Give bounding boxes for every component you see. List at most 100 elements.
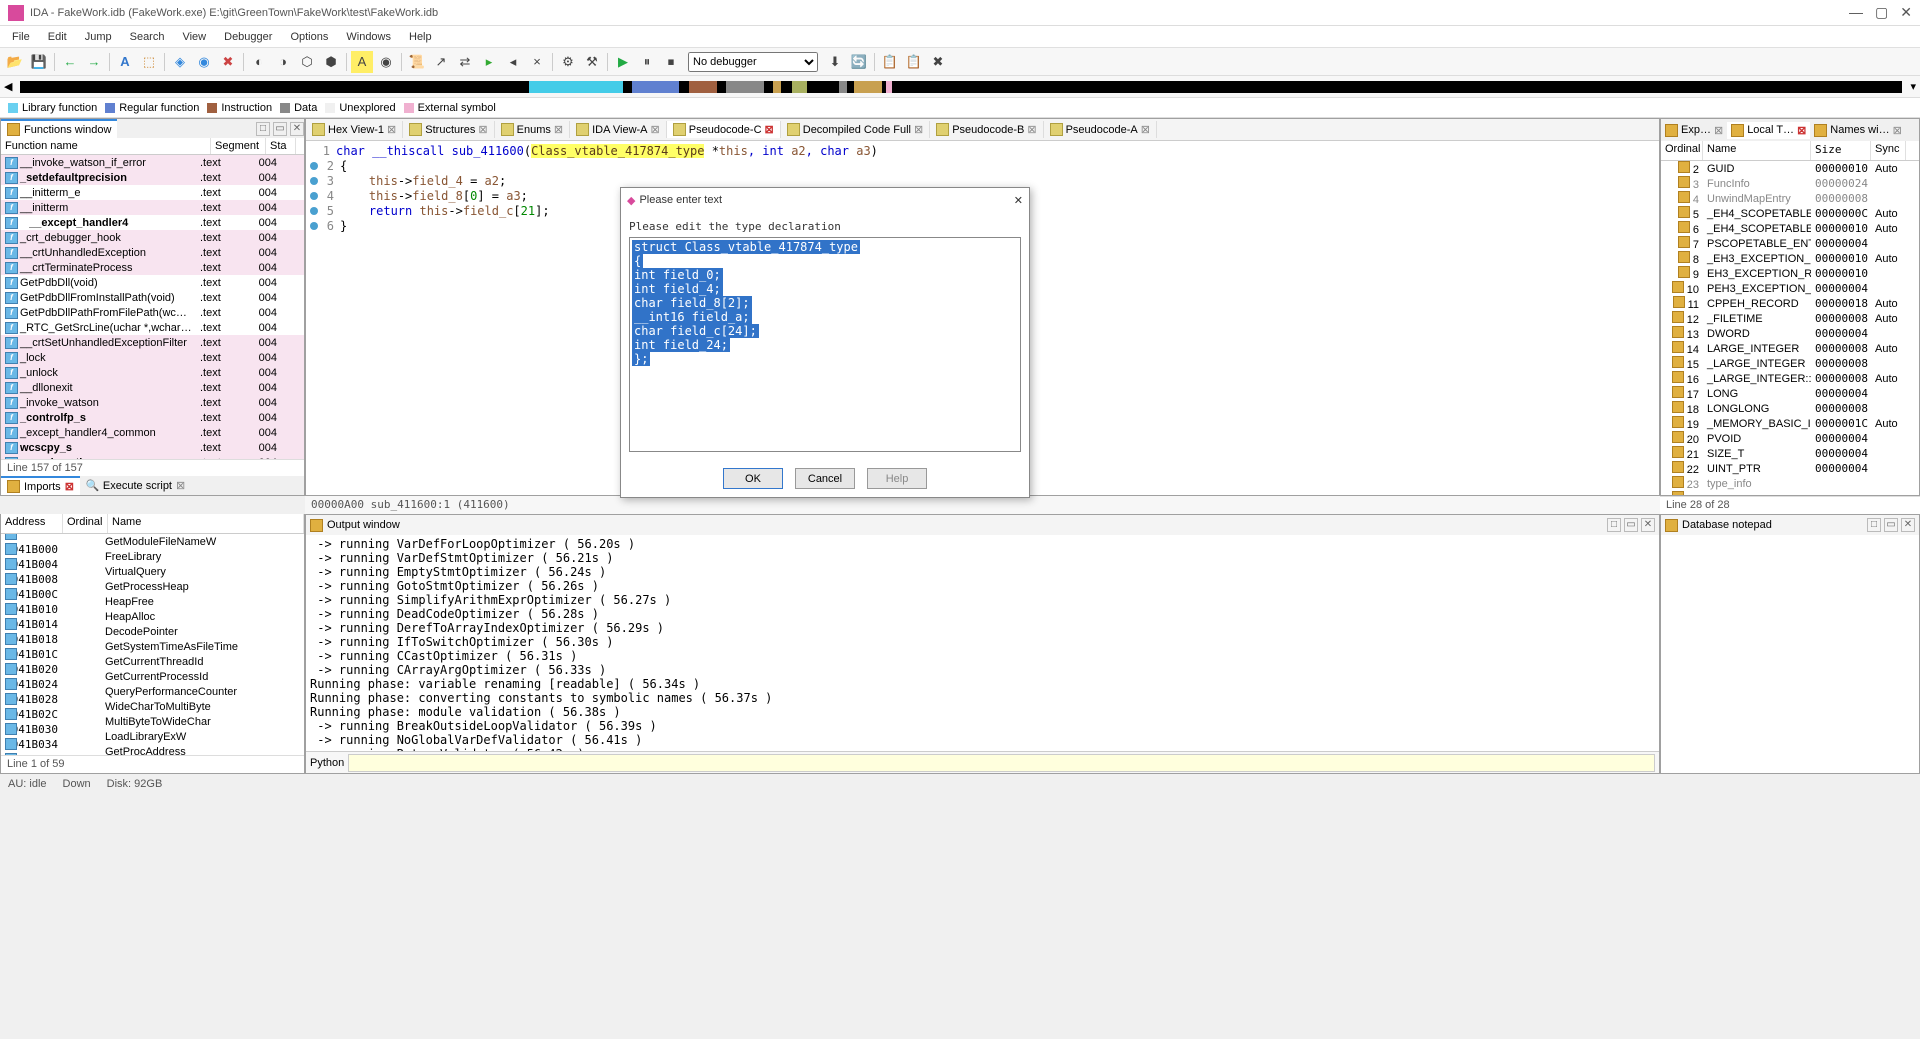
local-type-row[interactable]: 4UnwindMapEntry00000008 (1661, 191, 1919, 206)
navigation-strip[interactable] (20, 81, 1902, 93)
local-type-row[interactable]: 13DWORD00000004 (1661, 326, 1919, 341)
tool5[interactable]: ◑ (272, 51, 294, 73)
tool6[interactable]: ⬡ (296, 51, 318, 73)
tool4[interactable]: ◐ (248, 51, 270, 73)
debugger-select[interactable]: No debugger (688, 52, 818, 72)
nav-back-button[interactable]: ← (59, 51, 81, 73)
local-type-row[interactable]: 7PSCOPETABLE_ENTRY00000004 (1661, 236, 1919, 251)
function-row[interactable]: f_controlfp_s.text004 (1, 410, 304, 425)
text-button[interactable]: A (114, 51, 136, 73)
help-button[interactable]: Help (867, 468, 927, 489)
right-tab[interactable]: Exp…⊠ (1661, 122, 1727, 139)
local-type-row[interactable]: 5_EH4_SCOPETABLE_RECORD0000000CAuto (1661, 206, 1919, 221)
local-type-row[interactable]: 3FuncInfo00000024 (1661, 176, 1919, 191)
script-close-icon[interactable]: ⊠ (176, 479, 185, 492)
navigation-bar[interactable]: ◀ ▾ (0, 76, 1920, 98)
dbg-tool1[interactable]: ⬇ (824, 51, 846, 73)
menu-jump[interactable]: Jump (77, 29, 120, 45)
menu-options[interactable]: Options (282, 29, 336, 45)
tool1[interactable]: ◈ (169, 51, 191, 73)
function-row[interactable]: f__initterm_e.text004 (1, 185, 304, 200)
function-row[interactable]: f__crtUnhandledException.text004 (1, 245, 304, 260)
right-tab[interactable]: Local T…⊠ (1727, 122, 1810, 139)
local-type-row[interactable]: 23type_info (1661, 476, 1919, 491)
function-row[interactable]: f__crtTerminateProcess.text004 (1, 260, 304, 275)
text-a-button[interactable]: A (351, 51, 373, 73)
tab-structures[interactable]: Structures⊠ (403, 121, 494, 138)
local-type-row[interactable]: 17LONG00000004 (1661, 386, 1919, 401)
imports-header[interactable]: Address Ordinal Name (1, 514, 304, 534)
dbg-tool5[interactable]: ✖ (927, 51, 949, 73)
menu-debugger[interactable]: Debugger (216, 29, 280, 45)
tab-pseudocode-a[interactable]: Pseudocode-A⊠ (1044, 121, 1157, 138)
minimize-button[interactable]: — (1849, 4, 1863, 21)
python-label[interactable]: Python (310, 757, 344, 769)
db-notepad-area[interactable] (1661, 535, 1919, 773)
local-type-row[interactable]: 16_LARGE_INTEGER::$837…00000008Auto (1661, 371, 1919, 386)
tool7[interactable]: ⬢ (320, 51, 342, 73)
local-types-list[interactable]: 2GUID00000010Auto 3FuncInfo00000024 4Unw… (1661, 161, 1919, 495)
stop-button[interactable]: ⏹ (660, 51, 682, 73)
local-types-header[interactable]: Ordinal Name Size Sync (1661, 141, 1919, 161)
imports-list[interactable]: 0041B000GetModuleFileNameW0041B004FreeLi… (1, 534, 304, 755)
menu-search[interactable]: Search (122, 29, 173, 45)
tab-decompiled-code-full[interactable]: Decompiled Code Full⊠ (781, 121, 930, 138)
tab-hex-view-1[interactable]: Hex View-1⊠ (306, 121, 403, 138)
nav-left-icon[interactable]: ◀ (4, 80, 12, 93)
function-row[interactable]: f__crtSetUnhandledExceptionFilter.text00… (1, 335, 304, 350)
binary-button[interactable]: ⬚ (138, 51, 160, 73)
tool13[interactable]: ⚙ (557, 51, 579, 73)
imports-close-icon[interactable]: ⊠ (65, 480, 74, 493)
panel-controls[interactable]: □▭✕ (256, 122, 304, 136)
local-type-row[interactable]: 20PVOID00000004 (1661, 431, 1919, 446)
local-type-row[interactable]: 15_LARGE_INTEGER00000008 (1661, 356, 1919, 371)
dialog-close-button[interactable]: ✕ (1014, 194, 1023, 207)
local-type-row[interactable]: 21SIZE_T00000004 (1661, 446, 1919, 461)
function-row[interactable]: f_RTC_GetSrcLine(uchar *,wchar_t *,ulon…… (1, 320, 304, 335)
nav-right-icon[interactable]: ▾ (1910, 80, 1916, 93)
dbg-tool4[interactable]: 📋 (903, 51, 925, 73)
local-type-row[interactable]: 18LONGLONG00000008 (1661, 401, 1919, 416)
local-type-row[interactable]: 8_EH3_EXCEPTION_REGIS…00000010Auto (1661, 251, 1919, 266)
local-type-row[interactable]: 9EH3_EXCEPTION_REGIST…00000010 (1661, 266, 1919, 281)
functions-window-tab[interactable]: Functions window (1, 119, 117, 138)
tool3[interactable]: ✖ (217, 51, 239, 73)
tab-pseudocode-b[interactable]: Pseudocode-B⊠ (930, 121, 1043, 138)
marker-button[interactable]: ◉ (375, 51, 397, 73)
local-type-row[interactable]: 6_EH4_SCOPETABLE00000010Auto (1661, 221, 1919, 236)
local-type-row[interactable]: 14LARGE_INTEGER00000008Auto (1661, 341, 1919, 356)
local-type-row[interactable]: 12_FILETIME00000008Auto (1661, 311, 1919, 326)
tab-ida-view-a[interactable]: IDA View-A⊠ (570, 121, 667, 138)
function-row[interactable]: fGetPdbDll(void).text004 (1, 275, 304, 290)
menu-help[interactable]: Help (401, 29, 440, 45)
local-type-row[interactable]: 11CPPEH_RECORD00000018Auto (1661, 296, 1919, 311)
run-button[interactable]: ▶ (612, 51, 634, 73)
save-button[interactable]: 💾 (28, 51, 50, 73)
open-button[interactable]: 📂 (4, 51, 26, 73)
notepad-controls[interactable]: □▭✕ (1867, 518, 1915, 532)
function-row[interactable]: f_lock.text004 (1, 350, 304, 365)
tool2[interactable]: ◉ (193, 51, 215, 73)
tool11[interactable]: ◂ (502, 51, 524, 73)
function-row[interactable]: f_invoke_watson.text004 (1, 395, 304, 410)
output-text[interactable]: -> running VarDefForLoopOptimizer ( 56.2… (306, 535, 1659, 751)
function-row[interactable]: f__dllonexit.text004 (1, 380, 304, 395)
tool9[interactable]: ⇄ (454, 51, 476, 73)
local-type-row[interactable]: 22UINT_PTR00000004 (1661, 461, 1919, 476)
local-type-row[interactable]: 10PEH3_EXCEPTION_REGIS…00000004 (1661, 281, 1919, 296)
tab-pseudocode-c[interactable]: Pseudocode-C⊠ (667, 121, 781, 138)
menu-windows[interactable]: Windows (338, 29, 399, 45)
dbg-tool2[interactable]: 🔄 (848, 51, 870, 73)
cancel-button[interactable]: Cancel (795, 468, 855, 489)
dbg-tool3[interactable]: 📋 (879, 51, 901, 73)
functions-list[interactable]: f__invoke_watson_if_error.text004f_setde… (1, 155, 304, 459)
maximize-button[interactable]: ▢ (1875, 4, 1888, 21)
tool10[interactable]: ▸ (478, 51, 500, 73)
function-row[interactable]: fwcscpy_s.text004 (1, 440, 304, 455)
tool12[interactable]: × (526, 51, 548, 73)
close-button[interactable]: ✕ (1900, 4, 1912, 21)
menu-file[interactable]: File (4, 29, 38, 45)
local-type-row[interactable]: 24 (1661, 491, 1919, 495)
function-row[interactable]: f __except_handler4.text004 (1, 215, 304, 230)
pause-button[interactable]: ⏸ (636, 51, 658, 73)
